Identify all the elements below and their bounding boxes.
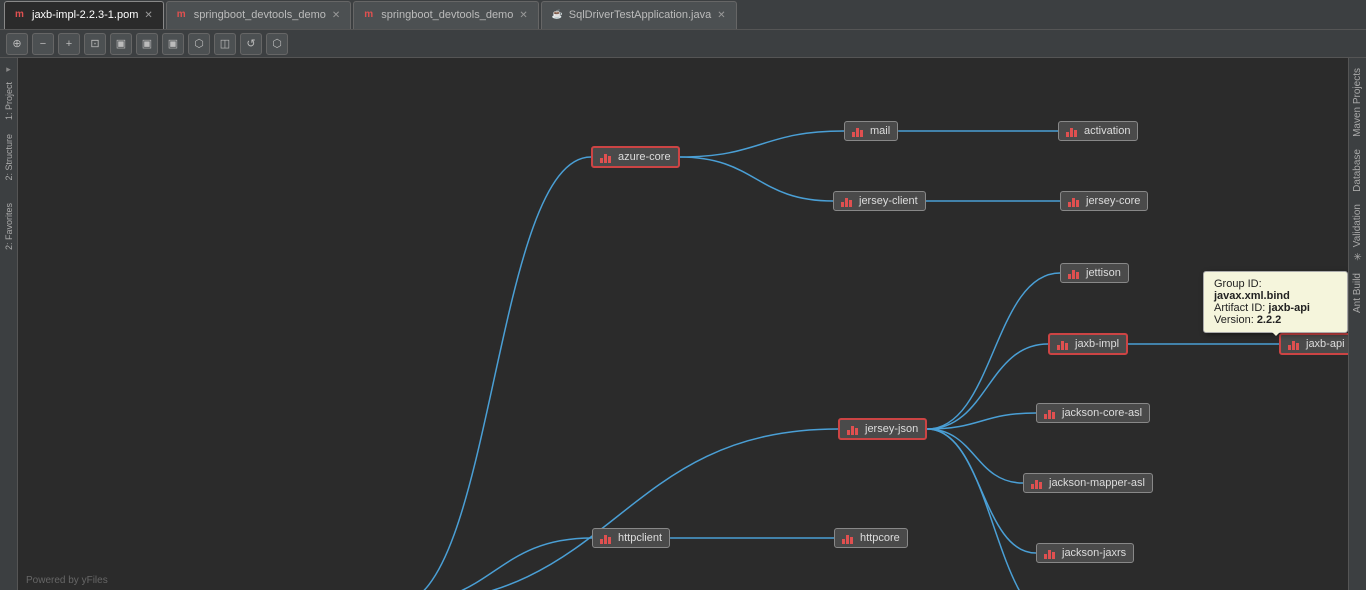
maven-projects-label[interactable]: Maven Projects xyxy=(1352,62,1363,143)
bar-icon-jaxb-impl xyxy=(1057,339,1071,350)
toolbar-zoom-in-btn[interactable]: + xyxy=(58,33,80,55)
right-sidebar: Maven Projects Database ✳ Validation Ant… xyxy=(1348,58,1366,590)
tab-springboot1-label: springboot_devtools_demo xyxy=(194,9,326,21)
sidebar-structure-label[interactable]: 2: Structure xyxy=(4,134,14,181)
tab-jaxb-pom-label: jaxb-impl-2.2.3-1.pom xyxy=(32,9,138,21)
tab-springboot2-label: springboot_devtools_demo xyxy=(381,9,513,21)
tooltip-artifact-value: jaxb-api xyxy=(1268,302,1310,314)
toolbar-zoom-out-btn[interactable]: − xyxy=(32,33,54,55)
tab-springboot1-close[interactable]: ✕ xyxy=(332,10,340,21)
node-label-jersey-core: jersey-core xyxy=(1086,195,1140,207)
node-label-jackson-core-asl: jackson-core-asl xyxy=(1062,407,1142,419)
sidebar-project-label[interactable]: 1: Project xyxy=(4,82,14,120)
pom-icon: m xyxy=(15,9,27,21)
node-label-jackson-mapper-asl: jackson-mapper-asl xyxy=(1049,477,1145,489)
bar-icon-activation xyxy=(1066,126,1080,137)
tooltip-group-label: Group ID: xyxy=(1214,278,1262,290)
node-label-httpclient: httpclient xyxy=(618,532,662,544)
toolbar-btn9[interactable]: ◫ xyxy=(214,33,236,55)
tab-springboot2-close[interactable]: ✕ xyxy=(519,10,527,21)
toolbar-btn5[interactable]: ▣ xyxy=(110,33,132,55)
ant-build-label[interactable]: Ant Build xyxy=(1352,267,1363,319)
tooltip: Group ID: javax.xml.bind Artifact ID: ja… xyxy=(1203,271,1348,333)
tooltip-version-value: 2.2.2 xyxy=(1257,314,1281,326)
m-icon-2: m xyxy=(364,9,376,21)
node-label-jettison: jettison xyxy=(1086,267,1121,279)
tooltip-version-label: Version: xyxy=(1214,314,1254,326)
node-jersey-core[interactable]: jersey-core xyxy=(1060,191,1148,211)
validation-label[interactable]: ✳ Validation xyxy=(1352,198,1363,267)
node-label-jersey-client: jersey-client xyxy=(859,195,918,207)
node-httpcore[interactable]: httpcore xyxy=(834,528,908,548)
main-layout: ▸ 1: Project 2: Structure 2: Favorites G… xyxy=(0,58,1366,590)
toolbar-refresh-btn[interactable]: ↺ xyxy=(240,33,262,55)
tab-jaxb-pom[interactable]: m jaxb-impl-2.2.3-1.pom ✕ xyxy=(4,1,164,29)
node-jackson-jaxrs[interactable]: jackson-jaxrs xyxy=(1036,543,1134,563)
tab-java-label: SqlDriverTestApplication.java xyxy=(569,9,711,21)
tab-java[interactable]: ☕ SqlDriverTestApplication.java ✕ xyxy=(541,1,737,29)
toolbar-fit-btn[interactable]: ⊡ xyxy=(84,33,106,55)
node-label-activation: activation xyxy=(1084,125,1130,137)
bar-icon-httpclient xyxy=(600,533,614,544)
node-jackson-mapper-asl[interactable]: jackson-mapper-asl xyxy=(1023,473,1153,493)
node-mail[interactable]: mail xyxy=(844,121,898,141)
bar-icon-jackson-jaxrs xyxy=(1044,548,1058,559)
toolbar-btn7[interactable]: ▣ xyxy=(162,33,184,55)
node-label-mail: mail xyxy=(870,125,890,137)
tab-jaxb-pom-close[interactable]: ✕ xyxy=(144,10,152,21)
node-label-jaxb-impl: jaxb-impl xyxy=(1075,338,1119,350)
node-httpclient[interactable]: httpclient xyxy=(592,528,670,548)
node-activation[interactable]: activation xyxy=(1058,121,1138,141)
bar-icon-jackson-mapper-asl xyxy=(1031,478,1045,489)
node-jersey-json[interactable]: jersey-json xyxy=(838,418,927,440)
node-azure-core[interactable]: azure-core xyxy=(591,146,680,168)
bar-icon-azure-core xyxy=(600,152,614,163)
database-label[interactable]: Database xyxy=(1352,143,1363,198)
tab-springboot1[interactable]: m springboot_devtools_demo ✕ xyxy=(166,1,351,29)
toolbar-btn6[interactable]: ▣ xyxy=(136,33,158,55)
toolbar: ⊕ − + ⊡ ▣ ▣ ▣ ⬡ ◫ ↺ ⬡ xyxy=(0,30,1366,58)
bar-icon-jersey-core xyxy=(1068,196,1082,207)
node-label-httpcore: httpcore xyxy=(860,532,900,544)
left-sidebar: ▸ 1: Project 2: Structure 2: Favorites xyxy=(0,58,18,590)
toolbar-select-btn[interactable]: ⊕ xyxy=(6,33,28,55)
left-sidebar-icon1: ▸ xyxy=(2,62,16,76)
tab-bar: m jaxb-impl-2.2.3-1.pom ✕ m springboot_d… xyxy=(0,0,1366,30)
node-jettison[interactable]: jettison xyxy=(1060,263,1129,283)
connections-svg xyxy=(18,58,1348,590)
node-label-jaxb-api: jaxb-api xyxy=(1306,338,1345,350)
tooltip-artifact-label: Artifact ID: xyxy=(1214,302,1265,314)
node-label-jersey-json: jersey-json xyxy=(865,423,918,435)
node-jackson-core-asl[interactable]: jackson-core-asl xyxy=(1036,403,1150,423)
tab-springboot2[interactable]: m springboot_devtools_demo ✕ xyxy=(353,1,538,29)
node-label-jackson-jaxrs: jackson-jaxrs xyxy=(1062,547,1126,559)
bar-icon-jackson-core-asl xyxy=(1044,408,1058,419)
toolbar-export-btn[interactable]: ⬡ xyxy=(266,33,288,55)
sidebar-favorites-label[interactable]: 2: Favorites xyxy=(4,203,14,250)
bar-icon-mail xyxy=(852,126,866,137)
node-jaxb-impl[interactable]: jaxb-impl xyxy=(1048,333,1128,355)
bar-icon-httpcore xyxy=(842,533,856,544)
toolbar-btn8[interactable]: ⬡ xyxy=(188,33,210,55)
bar-icon-jaxb-api xyxy=(1288,339,1302,350)
bar-icon-jettison xyxy=(1068,268,1082,279)
diagram-canvas[interactable]: Group ID: javax.xml.bind Artifact ID: ja… xyxy=(18,58,1348,590)
bar-icon-jersey-client xyxy=(841,196,855,207)
tooltip-group-value: javax.xml.bind xyxy=(1214,290,1290,302)
tab-java-close[interactable]: ✕ xyxy=(717,10,725,21)
bar-icon-jersey-json xyxy=(847,424,861,435)
node-label-azure-core: azure-core xyxy=(618,151,671,163)
node-jersey-client[interactable]: jersey-client xyxy=(833,191,926,211)
m-icon-1: m xyxy=(177,9,189,21)
node-jaxb-api[interactable]: jaxb-api xyxy=(1279,333,1348,355)
java-icon: ☕ xyxy=(552,9,564,21)
powered-by: Powered by yFiles xyxy=(26,575,108,586)
